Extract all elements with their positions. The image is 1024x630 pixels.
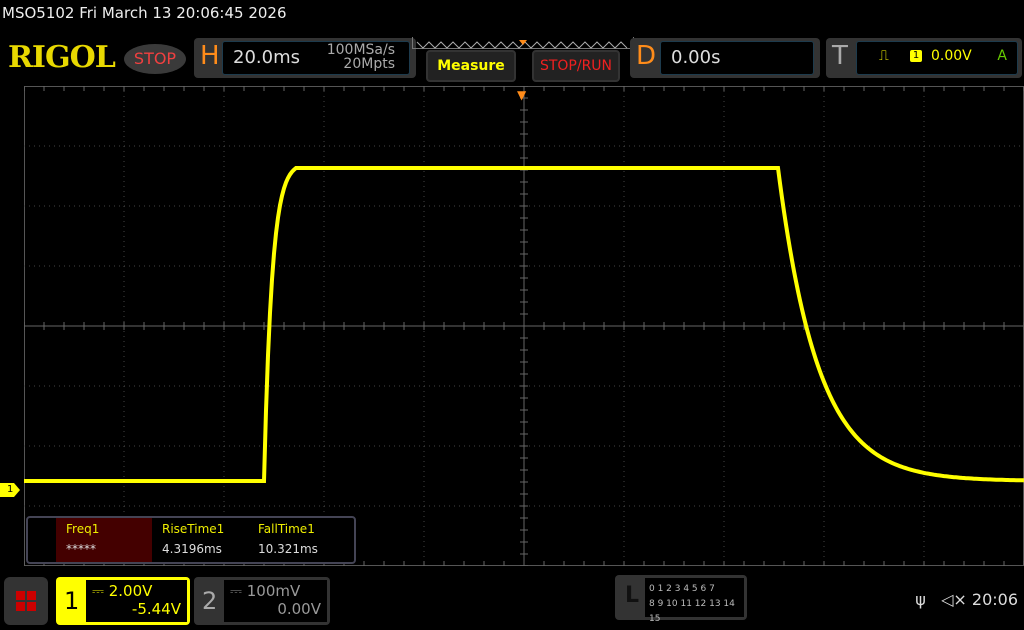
dc-coupling-icon: ⎓: [92, 582, 109, 600]
memory-depth: 20Mpts: [343, 56, 395, 72]
delay-panel[interactable]: D 0.00s: [630, 38, 820, 78]
channel-1-panel[interactable]: 1 ⎓ 2.00V -5.44V: [56, 577, 190, 625]
channel-2-panel[interactable]: 2 ⎓ 100mV 0.00V: [194, 577, 330, 625]
trigger-level: 0.00V: [931, 48, 972, 64]
main-menu-button[interactable]: [4, 577, 48, 625]
logic-channels-row1: 0 1 2 3 4 5 6 7: [649, 584, 715, 594]
measurement-item: FallTime1 10.321ms: [248, 518, 344, 562]
trigger-mode: A: [997, 48, 1007, 64]
measurement-value: 10.321ms: [258, 542, 318, 556]
timebase: 20.0ms: [233, 47, 300, 68]
dc-coupling-icon: ⎓: [230, 582, 247, 600]
speaker-muted-icon[interactable]: ◁×: [941, 590, 967, 609]
waveform-overview: [412, 37, 634, 49]
ch1-offset: -5.44V: [131, 600, 181, 618]
delay-label: D: [636, 41, 657, 71]
measurement-value: 4.3196ms: [162, 542, 222, 556]
status-bar: ψ ◁× 20:06: [915, 590, 1018, 609]
ch2-offset: 0.00V: [277, 600, 321, 618]
rigol-logo: RIGOL: [8, 40, 116, 75]
instrument-title: MSO5102 Fri March 13 20:06:45 2026: [2, 4, 287, 22]
measurement-item: RiseTime1 4.3196ms: [152, 518, 248, 562]
trigger-position-marker[interactable]: ▼: [517, 88, 526, 102]
ch1-offset-marker[interactable]: 1: [0, 483, 20, 497]
ch1-scale: 2.00V: [108, 582, 153, 600]
channel-number: 1: [64, 587, 80, 615]
trigger-label: T: [832, 41, 848, 71]
logic-analyzer-panel[interactable]: L 0 1 2 3 4 5 6 7 8 9 10 11 12 13 14 15: [615, 575, 747, 624]
delay-value: 0.00s: [671, 47, 721, 68]
measure-button[interactable]: Measure: [426, 50, 516, 82]
trigger-panel[interactable]: T ⎍ 1 0.00V A: [826, 38, 1022, 78]
clock: 20:06: [971, 590, 1018, 609]
logic-label: L: [625, 583, 640, 608]
measurement-name: Freq1: [66, 522, 100, 536]
measurement-item: Freq1 *****: [56, 518, 152, 562]
stop-run-button[interactable]: STOP/RUN: [532, 50, 620, 82]
measurement-name: RiseTime1: [162, 522, 225, 536]
run-state-badge[interactable]: STOP: [124, 44, 186, 74]
trigger-source: 1: [910, 50, 922, 62]
measurement-panel: Freq1 ***** RiseTime1 4.3196ms FallTime1 10…: [26, 516, 356, 564]
ch2-scale: 100mV: [246, 582, 301, 600]
horizontal-panel[interactable]: H 20.0ms 100MSa/s 20Mpts: [194, 38, 416, 78]
usb-icon: ψ: [915, 590, 926, 609]
channel-number: 2: [202, 587, 218, 615]
rising-edge-icon: ⎍: [879, 48, 889, 64]
measurement-name: FallTime1: [258, 522, 315, 536]
horizontal-label: H: [200, 41, 220, 71]
logic-channels-row2: 8 9 10 11 12 13 14 15: [649, 599, 735, 624]
waveform-display[interactable]: [24, 86, 1024, 566]
sample-rate: 100MSa/s: [326, 42, 395, 58]
measurement-value: *****: [66, 542, 96, 556]
